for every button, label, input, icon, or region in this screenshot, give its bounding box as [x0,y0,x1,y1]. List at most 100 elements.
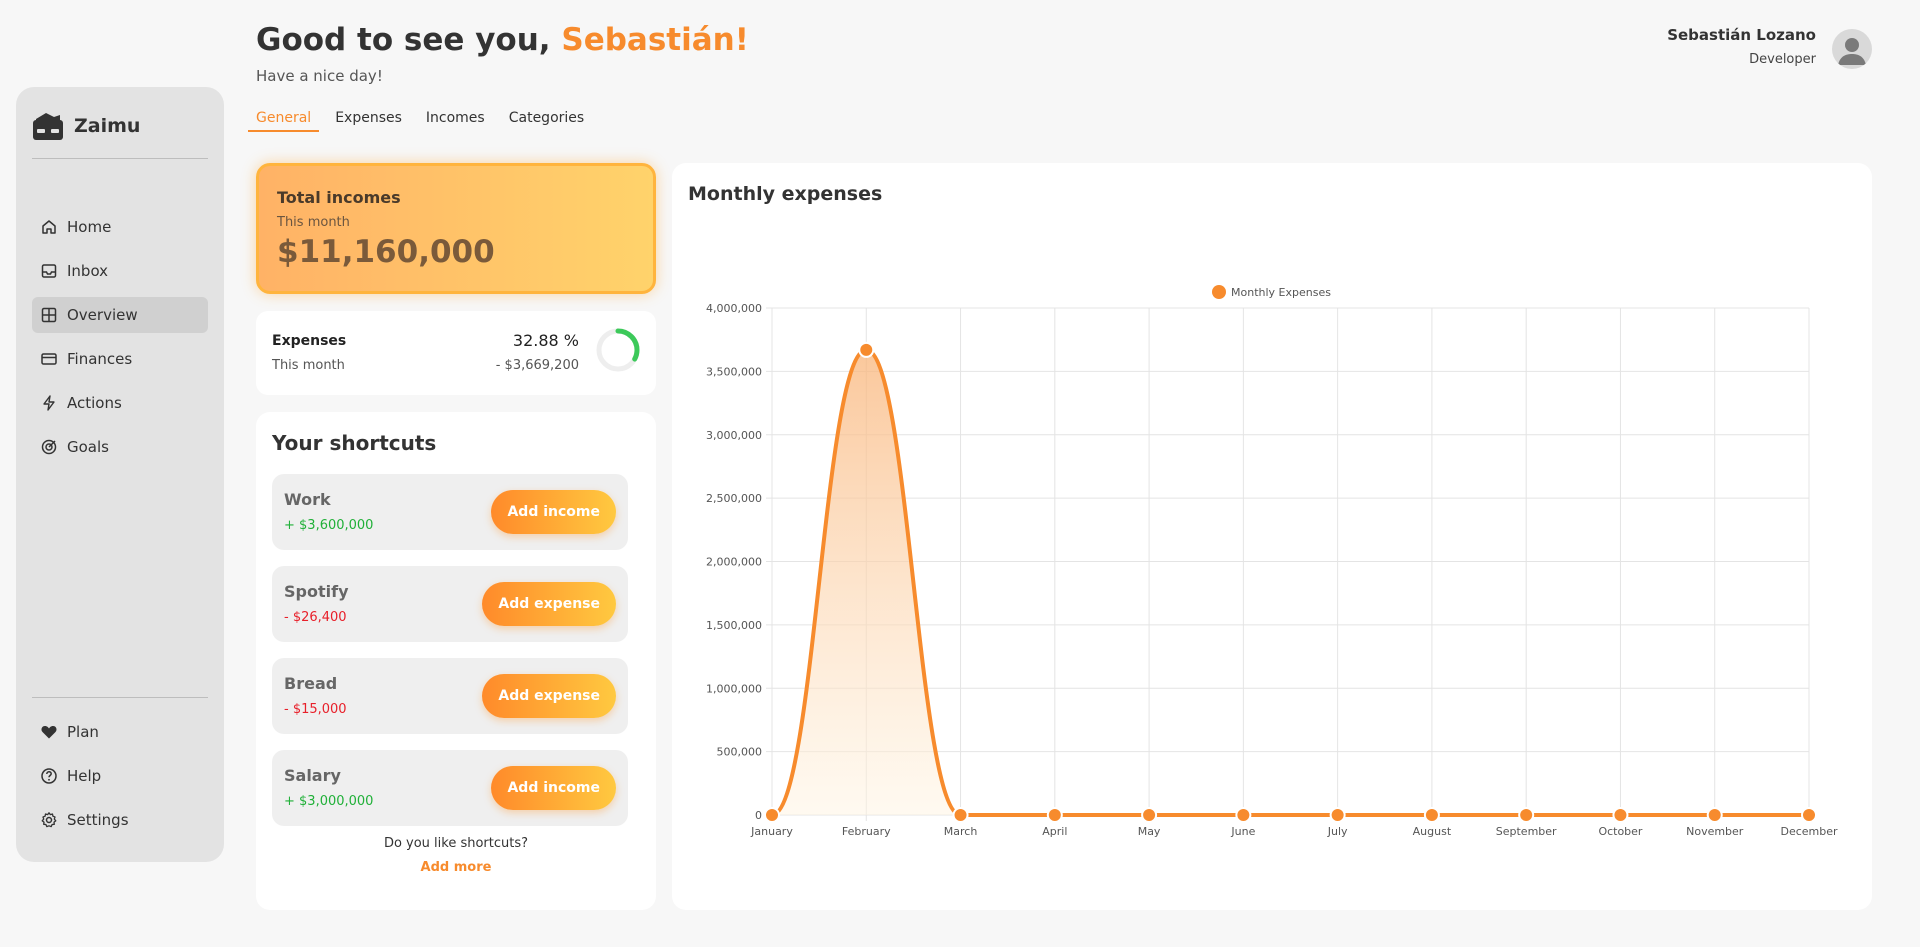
x-tick-label: April [1042,825,1067,838]
y-tick-label: 4,000,000 [706,302,762,315]
legend-marker [1212,285,1226,299]
data-point[interactable] [1046,807,1063,823]
sidebar-item-help[interactable]: Help [32,758,208,794]
sidebar-item-overview[interactable]: Overview [32,297,208,333]
x-tick-label: September [1496,825,1557,838]
user-info[interactable]: Sebastián Lozano Developer [1667,26,1816,67]
sidebar-item-settings[interactable]: Settings [32,802,208,838]
grid-icon [40,306,58,324]
expenses-progress-ring [596,328,640,372]
sidebar-item-label: Finances [67,350,133,368]
brand[interactable]: Zaimu [32,111,140,141]
inbox-icon [40,262,58,280]
user-avatar-icon [1838,38,1866,65]
sidebar-item-finances[interactable]: Finances [32,341,208,377]
x-tick-label: November [1686,825,1744,838]
card-icon [40,350,58,368]
x-tick-label: July [1327,825,1348,838]
data-point[interactable] [1706,807,1723,823]
x-tick-label: February [842,825,891,838]
data-point[interactable] [1612,807,1629,823]
shortcuts-panel: Your shortcuts Work + $3,600,000 Add inc… [256,412,656,910]
monthly-expenses-card: Monthly expenses 0 500,000 1,000,000 1,500,… [672,163,1872,910]
sidebar-item-label: Help [67,767,102,785]
data-point[interactable] [764,807,780,823]
y-tick-label: 0 [755,809,762,822]
wallet-logo-icon [33,113,63,140]
total-incomes-card: Total incomes This month $11,160,000 [256,163,656,294]
x-tick-label: January [750,825,793,838]
add-expense-button[interactable]: Add expense [482,674,616,718]
gear-icon [40,811,58,829]
shortcut-name: Work [284,490,331,509]
data-point[interactable] [858,341,875,358]
brand-name: Zaimu [74,115,141,137]
sidebar-item-label: Actions [67,394,122,412]
tab-categories[interactable]: Categories [501,108,592,132]
data-point[interactable] [1235,807,1252,823]
y-tick-label: 1,000,000 [706,682,762,695]
sidebar-item-actions[interactable]: Actions [32,385,208,421]
page-subtitle: Have a nice day! [256,67,383,85]
greeting-user-name: Sebastián! [561,22,749,58]
sidebar-divider [32,158,208,159]
page-title: Good to see you, Sebastián! [256,22,749,58]
x-tick-label: June [1230,825,1255,838]
data-point[interactable] [1801,807,1817,823]
tab-bar: General Expenses Incomes Categories [248,108,600,132]
expenses-card-title: Expenses [272,333,347,349]
y-tick-label: 3,000,000 [706,429,762,442]
data-point[interactable] [1518,807,1535,823]
data-point[interactable] [1423,807,1440,823]
sidebar-item-goals[interactable]: Goals [32,429,208,465]
shortcut-amount: - $26,400 [284,610,347,625]
income-card-title: Total incomes [277,188,401,207]
bolt-icon [40,394,58,412]
tab-general[interactable]: General [248,108,320,132]
sidebar: Zaimu Home Inbox Overview Finances Actio… [16,87,224,862]
home-icon [40,218,58,236]
add-more-link[interactable]: Add more [256,860,656,875]
shortcuts-title: Your shortcuts [272,431,437,455]
help-icon [40,767,58,785]
greeting-prefix: Good to see you, [256,22,562,58]
shortcut-amount: + $3,600,000 [284,518,374,533]
expenses-card: Expenses This month 32.88 % - $3,669,200 [256,311,656,395]
add-expense-button[interactable]: Add expense [482,582,616,626]
shortcut-item-spotify: Spotify - $26,400 Add expense [272,566,628,642]
y-tick-label: 2,000,000 [706,556,762,569]
sidebar-item-plan[interactable]: Plan [32,714,208,750]
heart-icon [40,723,58,741]
expenses-card-value: - $3,669,200 [495,358,579,373]
sidebar-divider [32,697,208,698]
sidebar-item-inbox[interactable]: Inbox [32,253,208,289]
shortcut-name: Salary [284,766,341,785]
sidebar-item-home[interactable]: Home [32,209,208,245]
shortcut-name: Bread [284,674,338,693]
data-point[interactable] [1141,807,1158,823]
data-point[interactable] [1329,807,1346,823]
tab-incomes[interactable]: Incomes [418,108,493,132]
x-tick-label: March [944,825,978,838]
income-card-period: This month [277,215,350,230]
tab-expenses[interactable]: Expenses [327,108,410,132]
avatar[interactable] [1832,29,1872,69]
shortcut-amount: + $3,000,000 [284,794,374,809]
add-income-button[interactable]: Add income [491,490,616,534]
data-point[interactable] [952,807,969,823]
user-name: Sebastián Lozano [1667,26,1816,44]
sidebar-item-label: Home [67,218,112,236]
sidebar-item-label: Inbox [67,262,109,280]
y-tick-label: 1,500,000 [706,619,762,632]
add-income-button[interactable]: Add income [491,766,616,810]
shortcut-item-work: Work + $3,600,000 Add income [272,474,628,550]
expenses-card-period: This month [272,358,345,373]
x-tick-label: August [1413,825,1452,838]
monthly-expenses-chart: 0 500,000 1,000,000 1,500,000 2,000,000 2,500… [706,285,1838,838]
x-tick-label: May [1138,825,1161,838]
sidebar-item-label: Overview [67,306,138,324]
shortcuts-question: Do you like shortcuts? [383,836,529,851]
sidebar-item-label: Goals [67,438,109,456]
sidebar-item-label: Settings [67,811,129,829]
legend-label: Monthly Expenses [1231,286,1331,299]
